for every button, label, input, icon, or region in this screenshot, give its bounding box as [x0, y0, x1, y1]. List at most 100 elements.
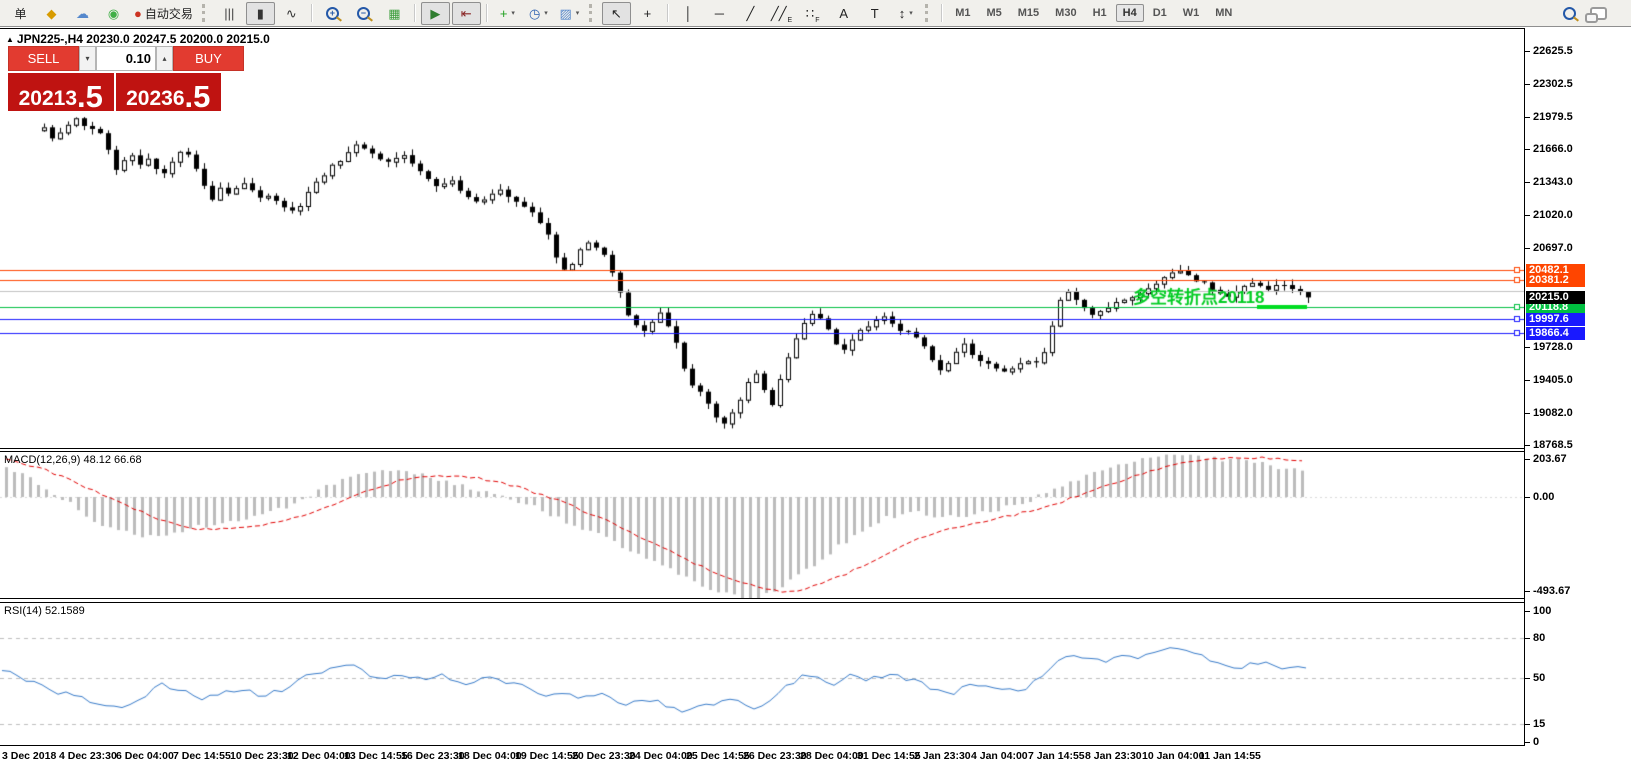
- arrows-icon[interactable]: ↕ ▾: [891, 2, 920, 25]
- volume-decrease-button[interactable]: ▾: [79, 46, 96, 71]
- fibonacci-icon[interactable]: ∷ F: [798, 2, 827, 25]
- vertical-line-icon-glyph: │: [684, 5, 693, 21]
- macd-tick-label: 203.67: [1525, 453, 1567, 466]
- time-axis-label: 18 Dec 04:00: [458, 750, 522, 762]
- bars-chart-icon[interactable]: |||: [215, 2, 244, 25]
- timeframe-button-w1[interactable]: W1: [1176, 4, 1207, 22]
- text-icon[interactable]: A: [829, 2, 858, 25]
- chart-shift-icon[interactable]: ⇤: [451, 1, 481, 25]
- gold-ingot-icon-glyph: ◆: [46, 5, 57, 21]
- price-tick-label: 19082.0: [1525, 407, 1573, 420]
- time-axis-label: 16 Dec 23:30: [401, 750, 465, 762]
- time-axis-label: 10 Dec 23:30: [230, 750, 294, 762]
- zoom-out-icon[interactable]: −: [349, 2, 378, 25]
- rsi-tick-label: 50: [1525, 672, 1545, 685]
- search-icon[interactable]: [1563, 6, 1576, 20]
- timeframe-button-h4[interactable]: H4: [1115, 4, 1144, 22]
- autotrading-button[interactable]: ● 自动交易: [130, 2, 197, 25]
- sell-button[interactable]: SELL: [8, 46, 79, 71]
- zoom-in-icon[interactable]: +: [318, 2, 347, 25]
- timeframe-button-d1[interactable]: D1: [1146, 4, 1174, 22]
- time-axis-label: 4 Dec 23:30: [59, 750, 117, 762]
- chat-icon[interactable]: [1585, 6, 1607, 23]
- periods-clock-icon[interactable]: ◷ ▾: [524, 2, 553, 25]
- gold-ingot-icon[interactable]: ◆: [37, 2, 66, 25]
- time-axis-label: 26 Dec 23:30: [743, 750, 807, 762]
- vertical-line-icon[interactable]: │: [674, 2, 703, 25]
- text-label-icon[interactable]: T: [860, 2, 889, 25]
- price-tick-label: 22625.5: [1525, 45, 1573, 58]
- buy-button[interactable]: BUY: [173, 46, 244, 71]
- macd-tick-label: -493.67: [1525, 585, 1570, 598]
- dropdown-caret-icon: ▾: [575, 10, 580, 17]
- chart-title: ▲ JPN225-,H4 20230.0 20247.5 20200.0 2021…: [6, 32, 270, 46]
- volume-increase-button[interactable]: ▴: [156, 46, 173, 71]
- line-chart-icon[interactable]: ∿: [277, 2, 306, 25]
- price-tick-label: 18768.5: [1525, 439, 1573, 452]
- autotrading-button-label: 自动交易: [144, 6, 193, 21]
- templates-icon-glyph: ▨: [559, 5, 572, 21]
- cursor-icon[interactable]: ↖: [601, 1, 631, 25]
- timeframe-button-m30[interactable]: M30: [1048, 4, 1083, 22]
- time-axis-label: 13 Dec 14:55: [344, 750, 408, 762]
- horizontal-line-icon-glyph: ─: [714, 5, 724, 21]
- time-axis-label: 8 Jan 23:30: [1085, 750, 1142, 762]
- chart-shift-icon-glyph: ⇤: [460, 5, 472, 21]
- timeframe-button-mn[interactable]: MN: [1208, 4, 1239, 22]
- sell-price-main: 20213: [18, 87, 78, 110]
- price-chart-canvas[interactable]: [0, 29, 1524, 448]
- zoom-in-icon: +: [325, 6, 339, 20]
- crosshair-icon[interactable]: +: [633, 2, 662, 25]
- news-cloud-icon[interactable]: ☁: [68, 2, 97, 25]
- timeframe-button-m15[interactable]: M15: [1011, 4, 1046, 22]
- text-label-icon-glyph: T: [870, 5, 879, 21]
- toolbar-separator: [413, 4, 416, 22]
- chart-title-text: JPN225-,H4 20230.0 20247.5 20200.0 20215…: [16, 32, 270, 46]
- add-indicator-icon[interactable]: + ▾: [493, 2, 522, 25]
- news-cloud-icon-glyph: ☁: [76, 5, 89, 21]
- autotrading-button-glyph: ●: [134, 5, 142, 21]
- time-axis-label: 19 Dec 14:55: [515, 750, 579, 762]
- timeframe-button-h1[interactable]: H1: [1086, 4, 1114, 22]
- time-axis-label: 31 Dec 14:55: [857, 750, 921, 762]
- signals-icon[interactable]: ◉: [99, 2, 128, 25]
- templates-icon[interactable]: ▨ ▾: [555, 2, 584, 25]
- time-axis-label: 20 Dec 23:30: [572, 750, 636, 762]
- price-level-label: 20381.2: [1526, 274, 1585, 288]
- price-level-label: 19997.6: [1526, 313, 1585, 327]
- price-level-label: 19866.4: [1526, 326, 1585, 340]
- mt4-window: 单 ◆ ☁ ◉ ● 自动交易 ||| ▮ ∿ + − ▦ ▶ ⇤ + ▾ ◷ ▾ ▨ ▾ ↖ + │ ─ ╱ ╱╱ E ∷ F A T ↕ ▾ M…: [0, 0, 1631, 772]
- trendline-icon[interactable]: ╱: [736, 2, 765, 25]
- toolbar-separator: [310, 4, 313, 22]
- auto-scroll-icon[interactable]: ▶: [420, 1, 450, 25]
- sell-price-box[interactable]: 20213 .5: [8, 73, 114, 112]
- price-tick-label: 21666.0: [1525, 143, 1573, 156]
- macd-tick-label: 0.00: [1525, 491, 1554, 504]
- rsi-tick-label: 100: [1525, 605, 1551, 618]
- dropdown-caret-icon: ▾: [544, 10, 548, 17]
- price-chart-panel: ▲ JPN225-,H4 20230.0 20247.5 20200.0 2021…: [0, 28, 1524, 449]
- timeframe-button-m1[interactable]: M1: [948, 4, 977, 22]
- time-axis-label: 3 Dec 2018: [2, 750, 57, 762]
- time-axis-label: 2 Jan 23:30: [914, 750, 971, 762]
- rsi-tick-label: 80: [1525, 632, 1545, 645]
- chart-menu-icon[interactable]: ▲: [6, 35, 14, 44]
- rsi-canvas[interactable]: [0, 603, 1524, 745]
- macd-canvas[interactable]: [0, 452, 1524, 598]
- time-axis-label: 10 Jan 04:00: [1142, 750, 1205, 762]
- volume-input[interactable]: [96, 46, 156, 71]
- buy-price-box[interactable]: 20236 .5: [115, 73, 221, 112]
- timeframe-button-m5[interactable]: M5: [979, 4, 1008, 22]
- tile-windows-icon[interactable]: ▦: [380, 2, 409, 25]
- horizontal-line-icon[interactable]: ─: [705, 2, 734, 25]
- time-axis-label: 28 Dec 04:00: [800, 750, 864, 762]
- one-click-trading-panel: SELL ▾ ▴ BUY 20213 .5 20236 .5: [8, 46, 244, 112]
- new-order-button[interactable]: 单: [6, 2, 35, 25]
- current-price-label: 20215.0: [1526, 291, 1585, 305]
- equidistant-channel-icon[interactable]: ╱╱ E: [767, 2, 796, 25]
- toolbar: 单 ◆ ☁ ◉ ● 自动交易 ||| ▮ ∿ + − ▦ ▶ ⇤ + ▾ ◷ ▾ ▨ ▾ ↖ + │ ─ ╱ ╱╱ E ∷ F A T ↕ ▾ M…: [0, 0, 1631, 27]
- toolbar-separator: [485, 4, 488, 22]
- candlestick-chart-icon-glyph: ▮: [256, 5, 264, 21]
- toolbar-grip: [201, 4, 208, 22]
- candlestick-chart-icon[interactable]: ▮: [245, 1, 275, 25]
